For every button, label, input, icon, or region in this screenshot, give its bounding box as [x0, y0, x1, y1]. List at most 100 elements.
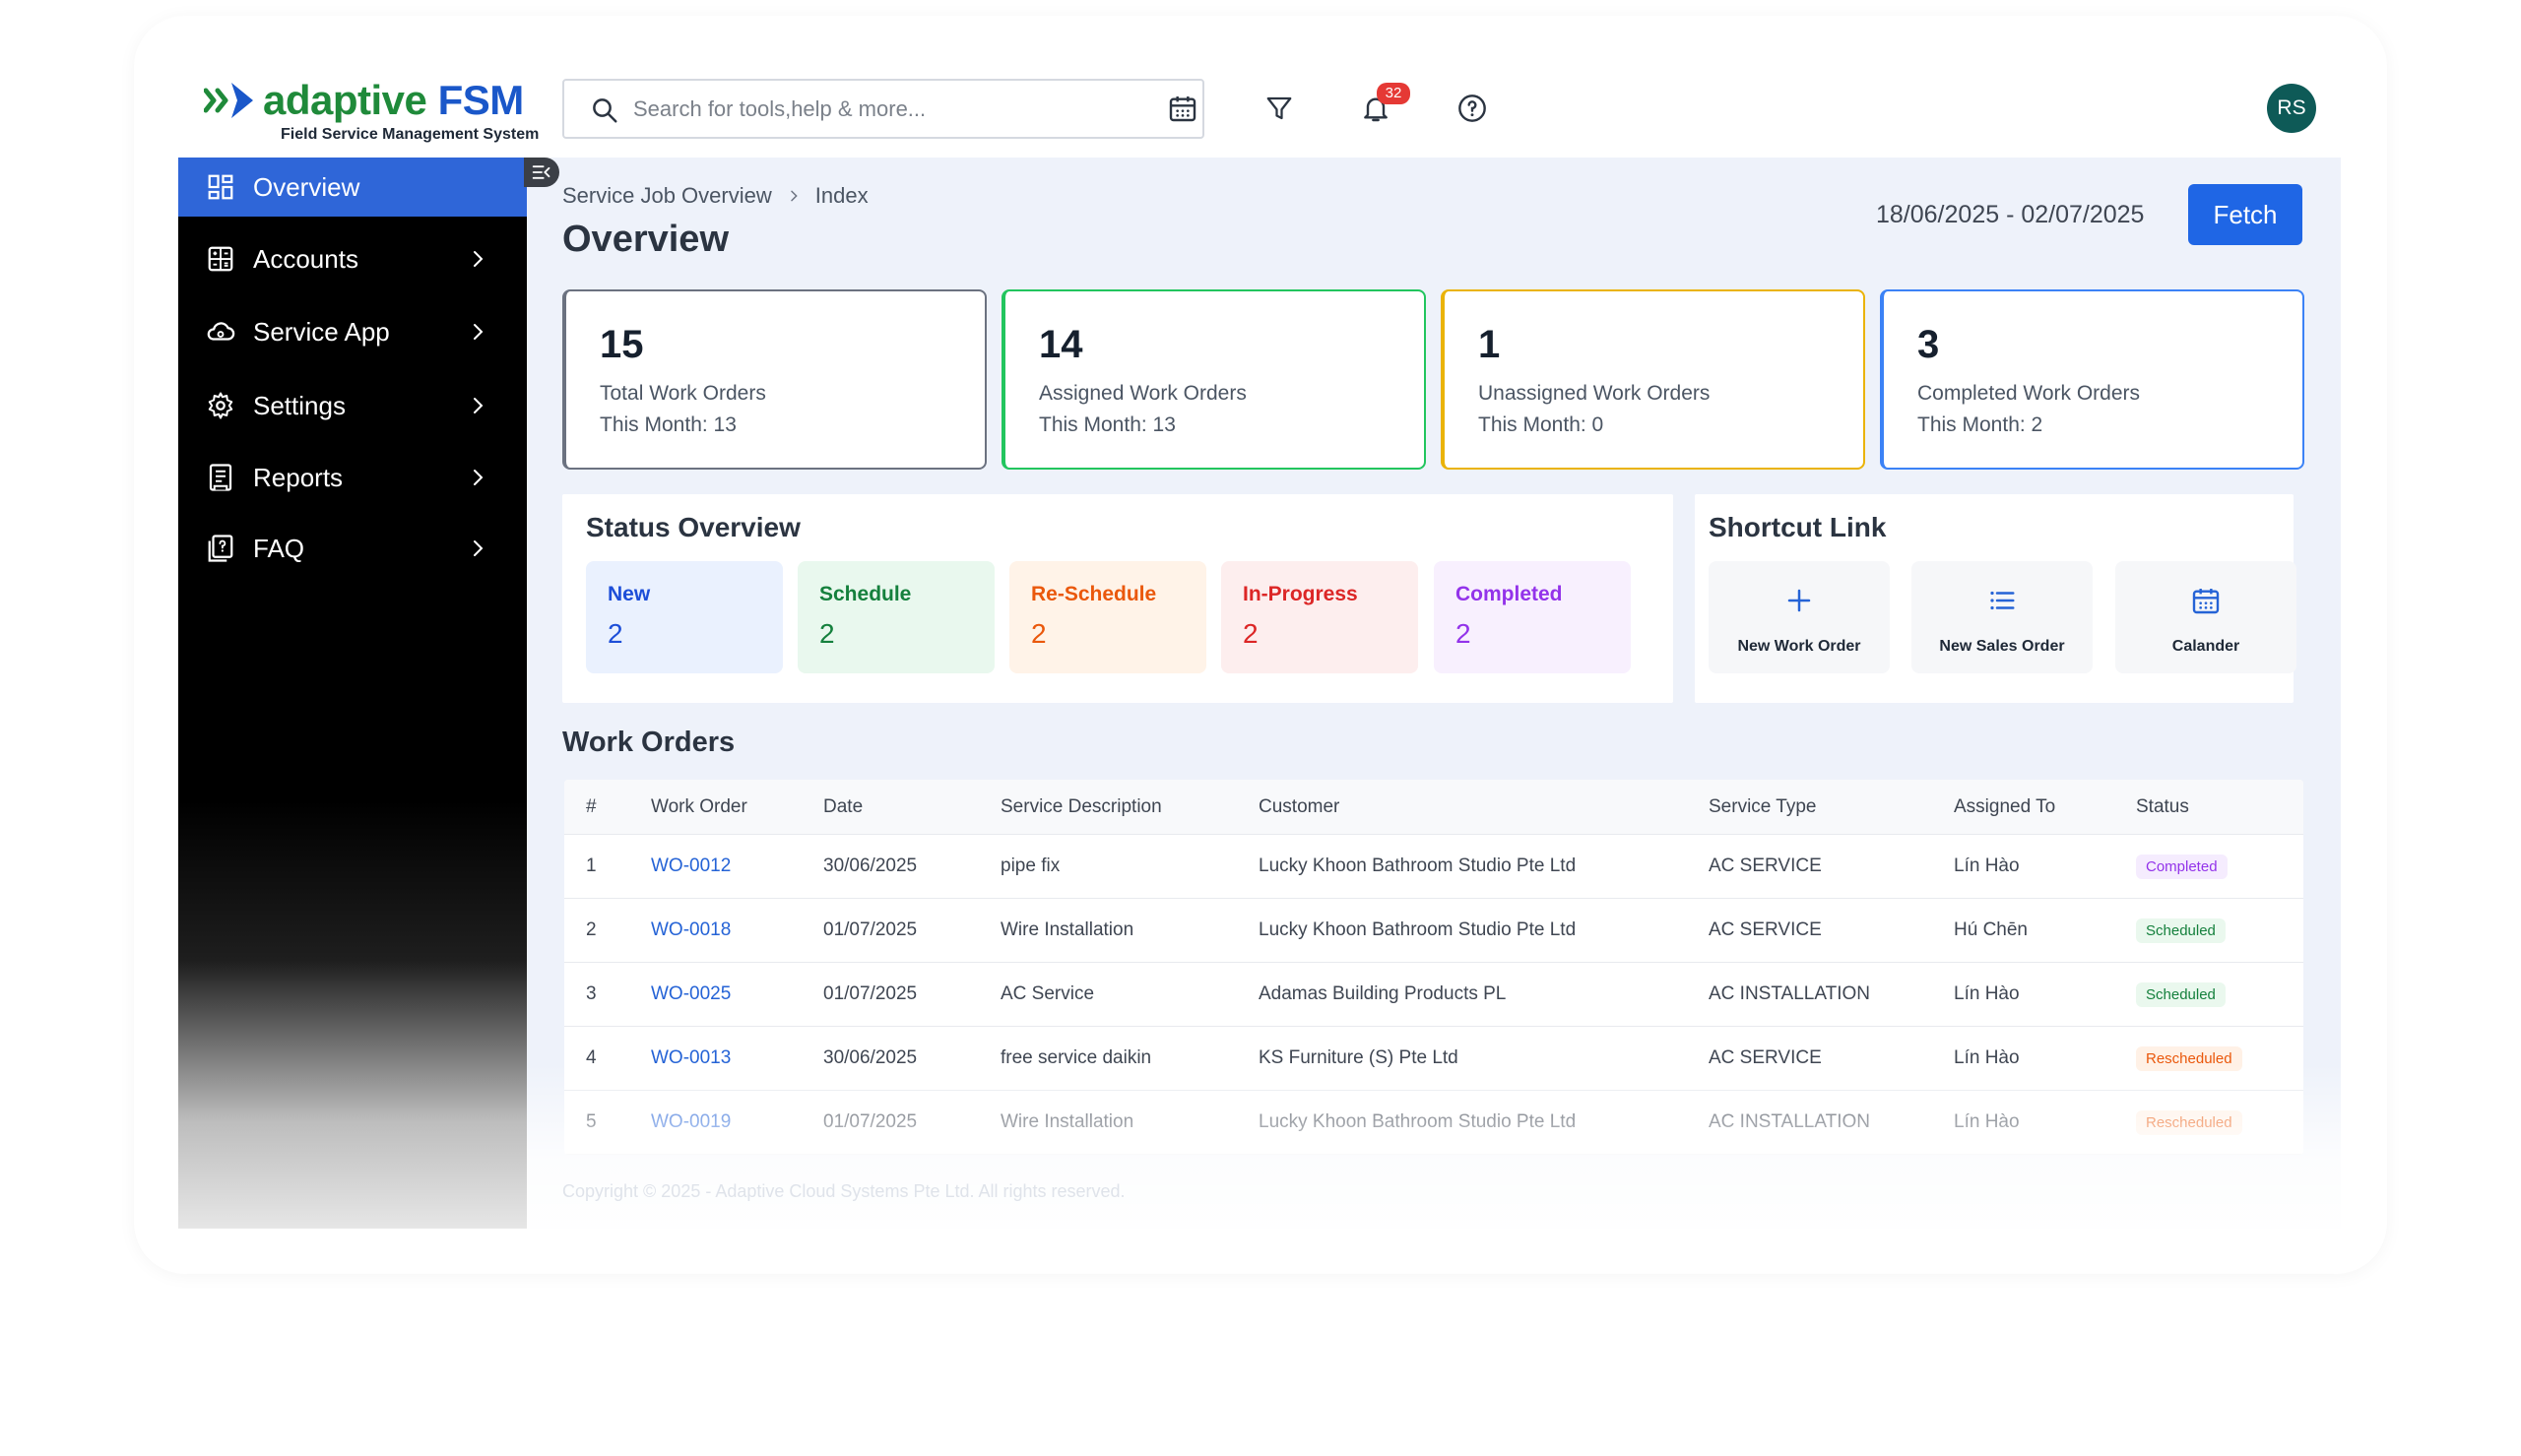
- service-type-cell: AC SERVICE: [1709, 919, 1822, 940]
- filter-button[interactable]: [1260, 89, 1299, 128]
- page-title: Overview: [562, 219, 729, 260]
- calendar-icon: [2115, 581, 2296, 620]
- table-row[interactable]: 5 WO-0019 01/07/2025 Wire Installation Lucky…: [564, 1091, 2303, 1155]
- table-row[interactable]: 1 WO-0012 30/06/2025 pipe fix Lucky Khoon Ba…: [564, 835, 2303, 899]
- customer-cell: Lucky Khoon Bathroom Studio Pte Ltd: [1259, 1111, 1577, 1132]
- status-box-in-progress[interactable]: In-Progress 2: [1221, 561, 1418, 673]
- sidebar-item-label: Overview: [253, 171, 360, 202]
- table-row[interactable]: 2 WO-0018 01/07/2025 Wire Installation Lucky…: [564, 899, 2303, 963]
- customer-cell: Lucky Khoon Bathroom Studio Pte Ltd: [1259, 919, 1577, 940]
- stat-label: Unassigned Work Orders: [1478, 382, 1711, 405]
- service-type-cell: AC SERVICE: [1709, 1047, 1822, 1068]
- row-number: 5: [586, 1111, 597, 1132]
- sidebar-item-label: Accounts: [253, 243, 358, 274]
- notifications-button[interactable]: 32: [1356, 83, 1410, 128]
- stat-label: Completed Work Orders: [1917, 382, 2141, 405]
- assigned-to-cell: Lín Hào: [1954, 1111, 2020, 1132]
- date-cell: 01/07/2025: [823, 1111, 918, 1132]
- column-header[interactable]: Service Description: [1001, 780, 1162, 834]
- breadcrumb-item-service-job-overview[interactable]: Service Job Overview: [562, 183, 772, 209]
- customer-cell: Lucky Khoon Bathroom Studio Pte Ltd: [1259, 855, 1577, 876]
- status-pill: Rescheduled: [2136, 1109, 2242, 1135]
- description-cell: Wire Installation: [1001, 919, 1134, 940]
- logo-tagline: Field Service Management System: [281, 126, 540, 143]
- description-cell: AC Service: [1001, 983, 1095, 1004]
- gear-icon: [204, 389, 237, 422]
- assigned-to-cell: Lín Hào: [1954, 983, 2020, 1004]
- stat-value: 3: [1917, 323, 1940, 366]
- table-header-row: # Work Order Date Service Description Custom…: [564, 780, 2303, 835]
- work-order-link[interactable]: WO-0025: [651, 963, 731, 1026]
- status-overview-panel: Status Overview New 2 Schedule 2 Re-Sche…: [562, 494, 1673, 703]
- status-label: Schedule: [819, 583, 912, 605]
- stat-value: 1: [1478, 323, 1501, 366]
- sidebar-collapse-button[interactable]: [524, 158, 559, 187]
- row-number: 2: [586, 919, 597, 940]
- chevron-right-icon: [474, 470, 484, 485]
- fetch-button[interactable]: Fetch: [2188, 184, 2302, 245]
- user-avatar[interactable]: RS: [2267, 84, 2316, 133]
- status-badge: Rescheduled: [2136, 1091, 2242, 1154]
- column-header[interactable]: #: [586, 780, 597, 834]
- calendar-icon: [1169, 96, 1196, 122]
- status-label: In-Progress: [1243, 583, 1358, 605]
- description-cell: Wire Installation: [1001, 1111, 1134, 1132]
- status-box-reschedule[interactable]: Re-Schedule 2: [1009, 561, 1206, 673]
- table-row[interactable]: 4 WO-0013 30/06/2025 free service daikin KS …: [564, 1027, 2303, 1091]
- status-count: 2: [1455, 618, 1471, 649]
- date-cell: 01/07/2025: [823, 919, 918, 940]
- shortcut-link-title: Shortcut Link: [1709, 512, 1887, 542]
- calendar-button[interactable]: [1163, 89, 1202, 128]
- stat-card-completed: 3 Completed Work Orders This Month: 2: [1880, 289, 2304, 470]
- stat-sub: This Month: 13: [1039, 413, 1176, 436]
- row-number: 3: [586, 983, 597, 1004]
- row-number: 4: [586, 1047, 597, 1068]
- status-badge: Scheduled: [2136, 899, 2226, 962]
- search-input[interactable]: [633, 91, 1185, 128]
- sidebar-item-reports[interactable]: Reports: [178, 448, 527, 507]
- stat-label: Assigned Work Orders: [1039, 382, 1247, 405]
- shortcut-calendar[interactable]: Calander: [2115, 561, 2296, 673]
- stat-value: 14: [1039, 323, 1083, 366]
- work-order-link[interactable]: WO-0012: [651, 835, 731, 898]
- sidebar-item-accounts[interactable]: Accounts: [178, 229, 527, 288]
- stat-sub: This Month: 0: [1478, 413, 1604, 436]
- brand-logo[interactable]: adaptive FSM Field Service Management Sy…: [204, 77, 539, 146]
- column-header[interactable]: Assigned To: [1954, 780, 2055, 834]
- sidebar-item-overview[interactable]: Overview: [178, 158, 527, 217]
- status-box-schedule[interactable]: Schedule 2: [798, 561, 995, 673]
- status-pill: Rescheduled: [2136, 1045, 2242, 1071]
- assigned-to-cell: Lín Hào: [1954, 1047, 2020, 1068]
- status-box-new[interactable]: New 2: [586, 561, 783, 673]
- sidebar-item-service-app[interactable]: Service App: [178, 302, 527, 361]
- column-header[interactable]: Status: [2136, 780, 2189, 834]
- service-type-cell: AC INSTALLATION: [1709, 983, 1870, 1004]
- sidebar-item-settings[interactable]: Settings: [178, 376, 527, 435]
- sidebar: Overview Accounts Service App Settings R…: [178, 158, 527, 1229]
- work-order-link[interactable]: WO-0018: [651, 899, 731, 962]
- status-overview-title: Status Overview: [586, 512, 801, 542]
- status-count: 2: [608, 618, 623, 649]
- shortcut-new-sales-order[interactable]: New Sales Order: [1911, 561, 2093, 673]
- shortcut-new-work-order[interactable]: New Work Order: [1709, 561, 1890, 673]
- help-icon: [1458, 95, 1486, 122]
- column-header[interactable]: Work Order: [651, 780, 747, 834]
- sidebar-item-faq[interactable]: FAQ: [178, 519, 527, 578]
- status-badge: Completed: [2136, 835, 2228, 898]
- date-range-picker[interactable]: 18/06/2025 - 02/07/2025: [1876, 201, 2144, 229]
- table-row[interactable]: 3 WO-0025 01/07/2025 AC Service Adamas Build…: [564, 963, 2303, 1027]
- work-order-link[interactable]: WO-0019: [651, 1091, 731, 1154]
- status-box-completed[interactable]: Completed 2: [1434, 561, 1631, 673]
- customer-cell: KS Furniture (S) Pte Ltd: [1259, 1047, 1458, 1068]
- work-order-link[interactable]: WO-0013: [651, 1027, 731, 1090]
- search-box[interactable]: [562, 79, 1204, 139]
- status-pill: Scheduled: [2136, 981, 2226, 1007]
- column-header[interactable]: Date: [823, 780, 863, 834]
- collapse-menu-icon: [532, 165, 550, 179]
- chevron-right-icon: [474, 540, 484, 556]
- stat-value: 15: [600, 323, 644, 366]
- column-header[interactable]: Service Type: [1709, 780, 1816, 834]
- status-count: 2: [819, 618, 835, 649]
- help-button[interactable]: [1453, 89, 1492, 128]
- column-header[interactable]: Customer: [1259, 780, 1339, 834]
